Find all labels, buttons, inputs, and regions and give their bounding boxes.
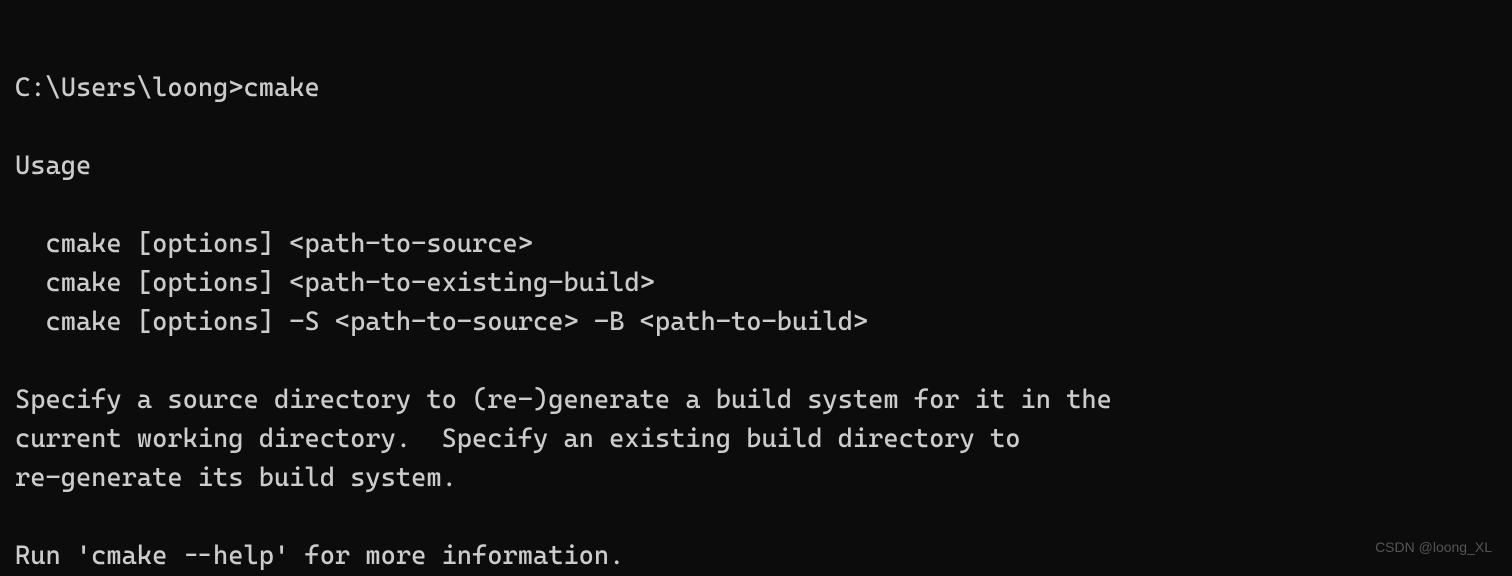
help-text: Run 'cmake --help' for more information.	[15, 541, 624, 571]
usage-line: cmake [options] <path-to-source>	[45, 229, 533, 259]
description-text: re-generate its build system.	[15, 463, 457, 493]
usage-line: cmake [options] -S <path-to-source> -B <…	[45, 307, 868, 337]
usage-header: Usage	[15, 151, 91, 181]
watermark: CSDN @loong_XL	[1375, 537, 1492, 558]
command: cmake	[244, 73, 320, 103]
prompt: C:\Users\loong>	[15, 73, 244, 103]
description-text: Specify a source directory to (re-)gener…	[15, 385, 1112, 415]
command-line: C:\Users\loong>cmake	[15, 69, 1497, 108]
terminal-output: C:\Users\loong>cmake Usage cmake [option…	[15, 30, 1497, 576]
description-text: current working directory. Specify an ex…	[15, 424, 1020, 454]
usage-line: cmake [options] <path-to-existing-build>	[45, 268, 654, 298]
